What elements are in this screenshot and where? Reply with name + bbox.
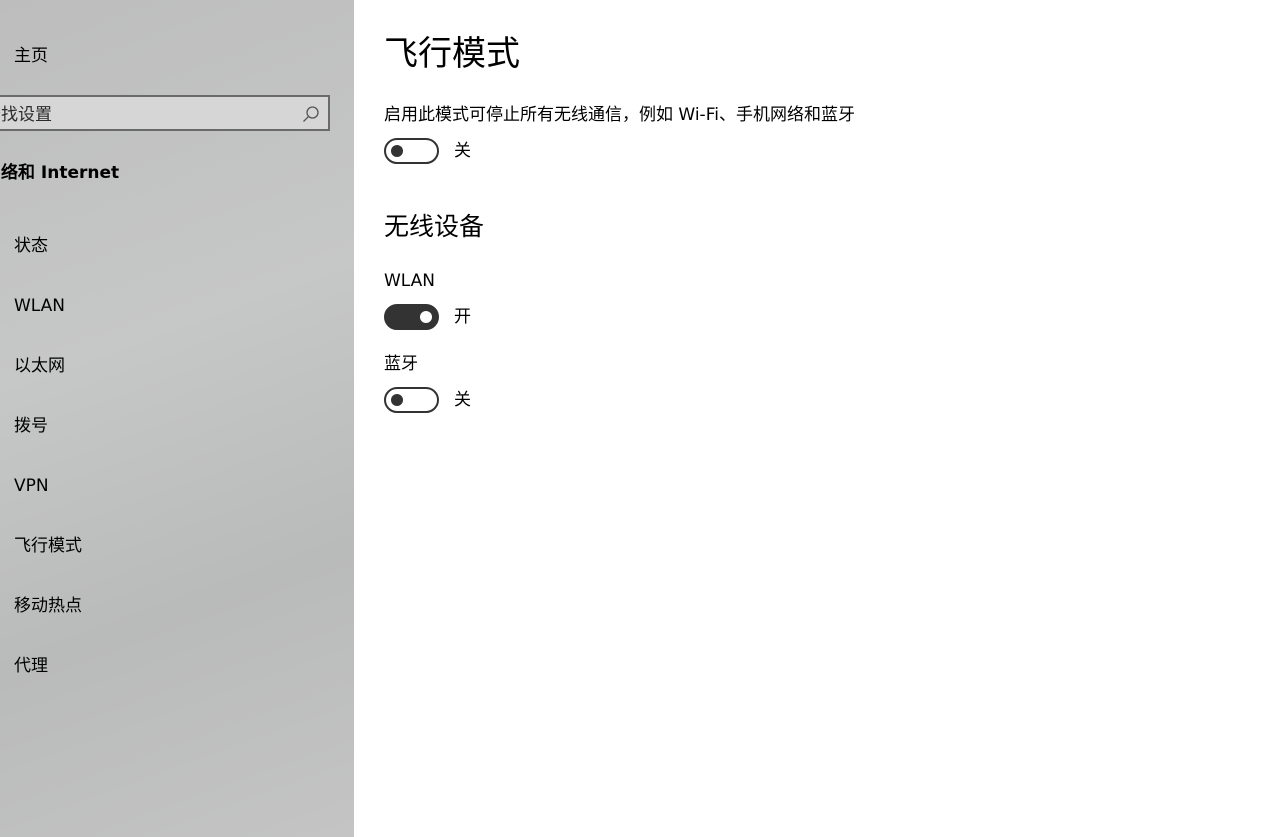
sidebar-item-proxy[interactable]: 代理	[14, 652, 82, 712]
airplane-toggle-row: 关	[384, 138, 471, 164]
bluetooth-label: 蓝牙	[384, 354, 418, 374]
sidebar-item-vpn[interactable]: VPN	[14, 472, 82, 532]
wlan-toggle[interactable]	[384, 304, 439, 330]
search-icon[interactable]	[302, 105, 320, 123]
toggle-knob	[391, 394, 403, 406]
bluetooth-toggle-row: 关	[384, 387, 471, 413]
sidebar-item-dialup[interactable]: 拨号	[14, 412, 82, 472]
wlan-toggle-row: 开	[384, 304, 471, 330]
wireless-devices-heading: 无线设备	[384, 212, 485, 241]
airplane-mode-toggle[interactable]	[384, 138, 439, 164]
bluetooth-toggle-state: 关	[454, 390, 471, 410]
page-title: 飞行模式	[384, 34, 520, 74]
airplane-toggle-state: 关	[454, 141, 471, 161]
home-link[interactable]: 主页	[14, 45, 48, 67]
wlan-label: WLAN	[384, 271, 436, 291]
nav-list: 状态 WLAN 以太网 拨号 VPN 飞行模式 移动热点 代理	[14, 232, 82, 712]
sidebar: 主页 查找设置 网络和 Internet 状态 WLAN 以太网 拨号 VPN …	[0, 0, 354, 837]
sidebar-item-mobile-hotspot[interactable]: 移动热点	[14, 592, 82, 652]
section-title: 网络和 Internet	[0, 163, 120, 183]
toggle-knob	[420, 311, 432, 323]
main-content: 飞行模式 启用此模式可停止所有无线通信，例如 Wi-Fi、手机网络和蓝牙 关 无…	[354, 0, 1287, 837]
sidebar-item-status[interactable]: 状态	[14, 232, 82, 292]
toggle-knob	[391, 145, 403, 157]
search-box[interactable]: 查找设置	[0, 95, 330, 131]
airplane-description: 启用此模式可停止所有无线通信，例如 Wi-Fi、手机网络和蓝牙	[384, 105, 855, 125]
bluetooth-toggle[interactable]	[384, 387, 439, 413]
wlan-toggle-state: 开	[454, 307, 471, 327]
sidebar-item-airplane-mode[interactable]: 飞行模式	[14, 532, 82, 592]
sidebar-item-wlan[interactable]: WLAN	[14, 292, 82, 352]
search-placeholder: 查找设置	[0, 105, 52, 125]
sidebar-item-ethernet[interactable]: 以太网	[14, 352, 82, 412]
